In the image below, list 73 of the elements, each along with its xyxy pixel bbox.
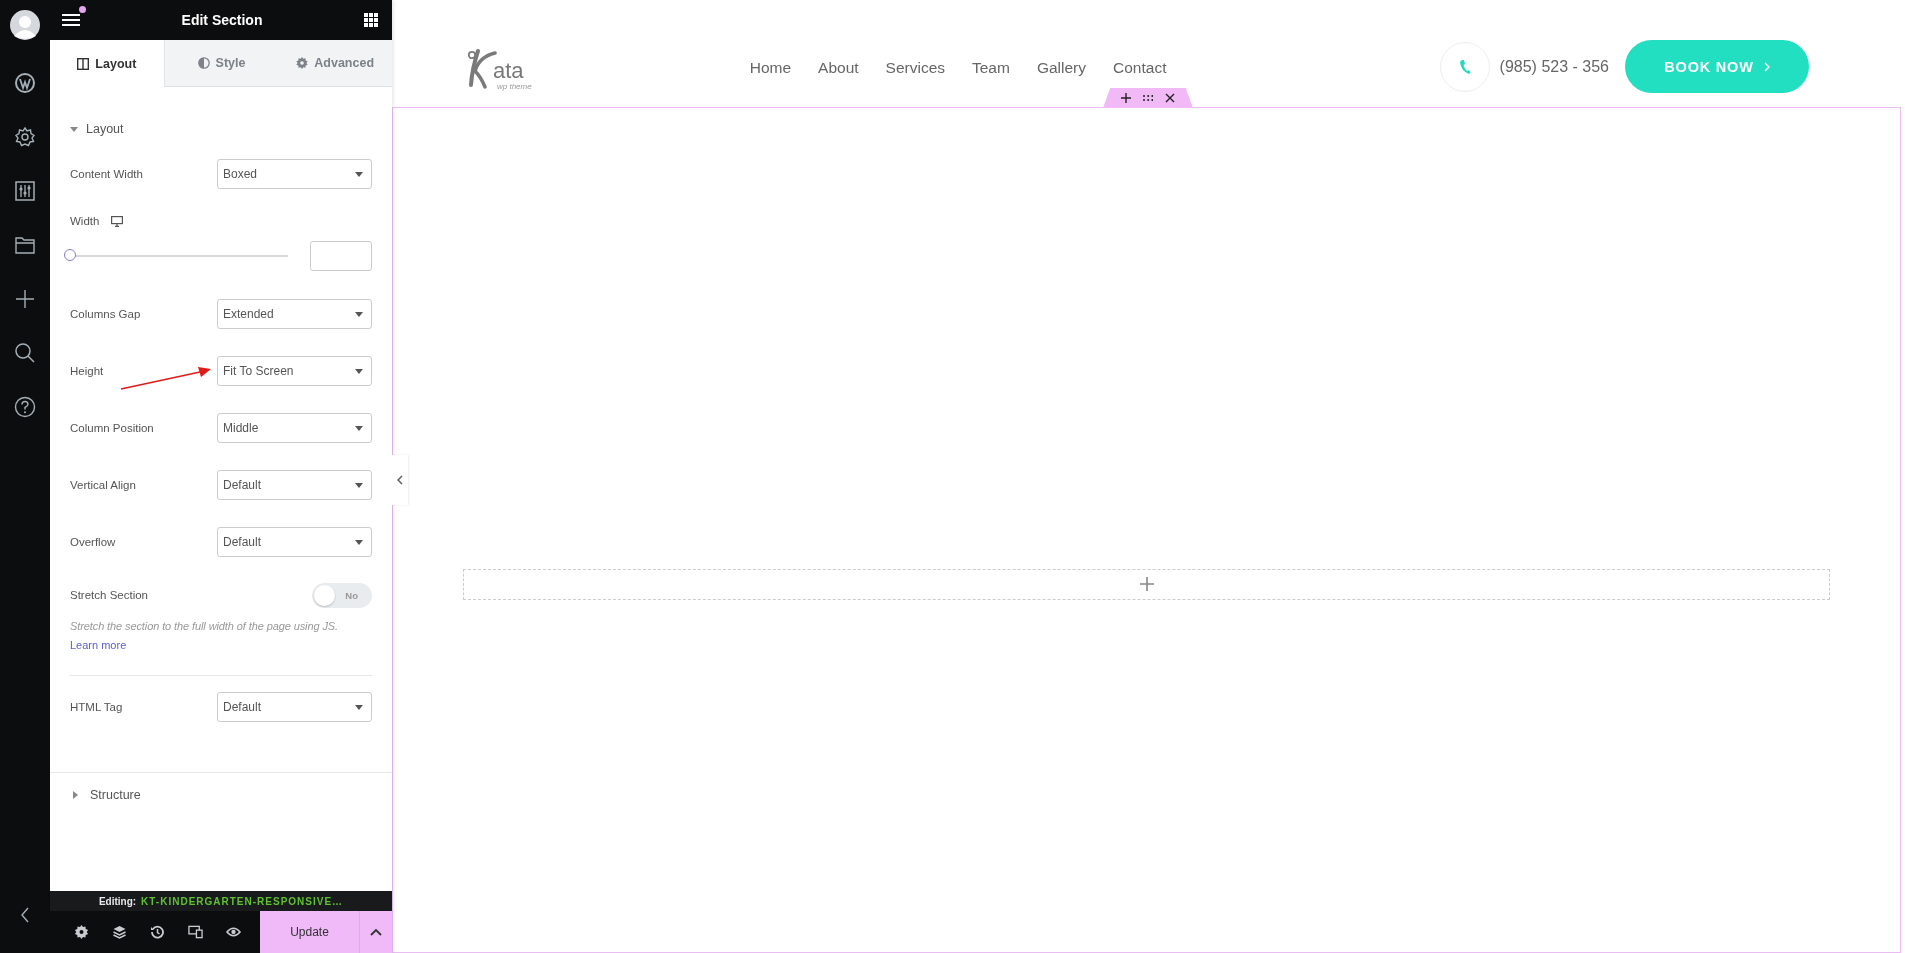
- menu-icon[interactable]: [62, 13, 80, 27]
- caret-icon: [355, 171, 363, 177]
- select-field[interactable]: Fit To Screen: [217, 356, 372, 386]
- panel-collapse-handle[interactable]: [392, 455, 408, 505]
- logo-tagline: wp theme: [497, 81, 532, 91]
- contrast-icon: [197, 57, 210, 69]
- layers-icon[interactable]: [112, 925, 127, 939]
- caret-icon: [355, 704, 363, 710]
- description-text: Stretch the section to the full width of the page using JS.: [70, 620, 340, 632]
- avatar-icon[interactable]: [10, 10, 40, 40]
- caret-icon: [355, 539, 363, 545]
- field-label: Width: [70, 215, 100, 227]
- number-field[interactable]: [310, 241, 372, 271]
- field-label: Vertical Align: [70, 479, 136, 491]
- select-field[interactable]: Boxed: [217, 159, 372, 189]
- panel-tab[interactable]: Layout: [50, 40, 165, 87]
- help-icon[interactable]: [14, 396, 36, 418]
- caret-icon: [370, 928, 382, 936]
- select-field[interactable]: Default: [217, 470, 372, 500]
- section-toggle[interactable]: Structure: [50, 772, 392, 817]
- folder-icon[interactable]: [14, 234, 36, 256]
- nav-link[interactable]: About: [818, 58, 859, 77]
- logo-text: ata: [493, 59, 525, 82]
- plus-icon[interactable]: [1121, 93, 1131, 103]
- nav-link[interactable]: Home: [749, 58, 792, 77]
- document-name[interactable]: KT-KINDERGARTEN-RESPONSIVE…: [141, 895, 344, 907]
- search-icon[interactable]: [14, 342, 36, 364]
- close-icon[interactable]: [1165, 93, 1175, 103]
- caret-icon: [355, 311, 363, 317]
- learn-more-link[interactable]: Learn more: [70, 639, 127, 651]
- editing-label: Editing:: [98, 895, 137, 907]
- gear-icon: [296, 57, 309, 69]
- notification-dot: [79, 6, 86, 13]
- chevron-icon: [397, 475, 403, 485]
- update-button[interactable]: Update: [260, 911, 360, 953]
- wordpress-icon[interactable]: [14, 72, 36, 94]
- apps-grid-icon[interactable]: [364, 13, 378, 27]
- eye-icon[interactable]: [226, 925, 241, 939]
- nav-link[interactable]: Contact: [1113, 58, 1167, 77]
- caret-icon: [355, 368, 363, 374]
- phone-icon: [1458, 58, 1471, 75]
- field-label: Column Position: [70, 422, 154, 434]
- field-label: Overflow: [70, 536, 116, 548]
- responsive-icon[interactable]: [188, 925, 203, 939]
- field-label: Columns Gap: [70, 308, 141, 320]
- panel-title: Edit Section: [181, 12, 263, 28]
- caret-icon: [355, 482, 363, 488]
- publish-options-button[interactable]: [360, 911, 392, 953]
- nav-link[interactable]: Team: [972, 58, 1010, 77]
- select-field[interactable]: Middle: [217, 413, 372, 443]
- section-toggle[interactable]: Layout: [70, 109, 372, 149]
- field-label: Height: [70, 365, 104, 377]
- select-field[interactable]: Default: [217, 527, 372, 557]
- select-field[interactable]: Default: [217, 692, 372, 722]
- sliders-icon[interactable]: [14, 180, 36, 202]
- history-icon[interactable]: [150, 925, 165, 939]
- chevron-icon: [1763, 61, 1770, 72]
- nav-link[interactable]: Services: [885, 58, 945, 77]
- drag-handle-icon[interactable]: [1143, 93, 1153, 103]
- collapse-icon[interactable]: [20, 907, 30, 923]
- columns-icon: [77, 57, 90, 70]
- phone-number: (985) 523 - 356: [1499, 57, 1609, 76]
- settings-icon[interactable]: [14, 126, 36, 148]
- field-label: Content Width: [70, 168, 143, 180]
- field-label: Stretch Section: [70, 589, 148, 601]
- caret-icon: [355, 425, 363, 431]
- nav-link[interactable]: Gallery: [1036, 58, 1086, 77]
- field-label: HTML Tag: [70, 701, 123, 713]
- settings-icon[interactable]: [74, 925, 89, 939]
- desktop-icon[interactable]: [111, 215, 124, 227]
- slider-thumb[interactable]: [64, 249, 76, 261]
- select-field[interactable]: Extended: [217, 299, 372, 329]
- plus-icon[interactable]: [14, 288, 36, 310]
